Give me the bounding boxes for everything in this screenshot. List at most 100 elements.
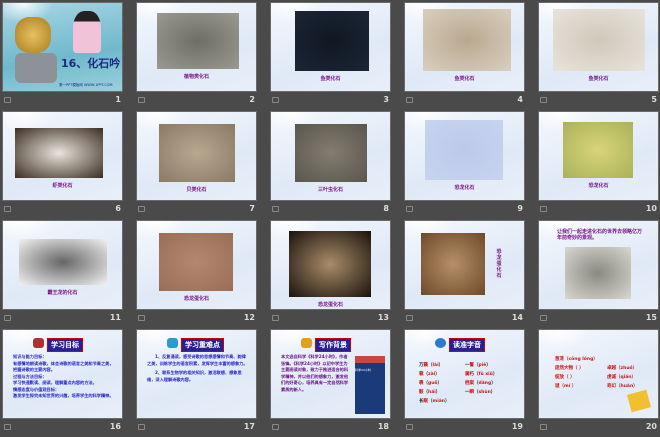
animation-star-icon[interactable] xyxy=(272,97,279,103)
slide-preview[interactable]: 鱼类化石 xyxy=(404,2,525,92)
slide-footer: 13 xyxy=(270,313,391,325)
animation-star-icon[interactable] xyxy=(4,206,11,212)
slide-thumbnail-6[interactable]: 虾类化石 6 xyxy=(2,111,123,219)
body-line: 2、联系生物学的相关知识，激活联想、想象思维，深入理解诗歌内容。 xyxy=(147,370,242,382)
slide-preview[interactable]: 恐龙化石 xyxy=(404,111,525,201)
slide-thumbnail-1[interactable]: 16、化石吟 第一PPT模板网 WWW.1PPT.COM 1 xyxy=(2,2,123,110)
slide-thumbnail-5[interactable]: 鱼类化石 5 xyxy=(538,2,659,110)
slide-footer: 7 xyxy=(136,204,257,216)
pinyin-item: 万籁（lài） xyxy=(419,363,444,368)
slide-footer: 16 xyxy=(2,422,123,434)
animation-star-icon[interactable] xyxy=(406,315,413,321)
slide-number: 18 xyxy=(377,422,389,431)
fossil-photo xyxy=(423,9,511,71)
slide-thumbnail-8[interactable]: 三叶虫化石 8 xyxy=(270,111,391,219)
slide-preview[interactable]: 葱茏（cōng lóng） 庞然大物（ ） 卓越（zhuó） 绽放（ ） 虔诚（qián… xyxy=(538,329,659,419)
slide-footer: 8 xyxy=(270,204,391,216)
slide-thumbnail-10[interactable]: 恐龙化石 10 xyxy=(538,111,659,219)
slide-thumbnail-2[interactable]: 植物类化石 2 xyxy=(136,2,257,110)
slide-thumbnail-18[interactable]: 写作背景 本文选自科学《科学24小时》，作者张锋。《科学24小时》以初中学生为主要… xyxy=(270,329,391,437)
slide-number: 17 xyxy=(243,422,255,431)
slide-caption: 贝类化石 xyxy=(186,187,207,193)
slide-thumbnail-20[interactable]: 葱茏（cōng lóng） 庞然大物（ ） 卓越（zhuó） 绽放（ ） 虔诚（qián… xyxy=(538,329,659,437)
animation-star-icon[interactable] xyxy=(138,315,145,321)
slide-footer: 11 xyxy=(2,313,123,325)
fossil-photo xyxy=(159,124,235,182)
slide-thumbnail-14[interactable]: 恐龙蛋化石 14 xyxy=(404,220,525,328)
slide-preview[interactable]: 贝类化石 xyxy=(136,111,257,201)
slide-thumbnail-15[interactable]: 让我们一起走进化石的世界去领略亿万年前奇妙的景观。 15 xyxy=(538,220,659,328)
animation-star-icon[interactable] xyxy=(4,97,11,103)
animation-star-icon[interactable] xyxy=(272,424,279,430)
slide-preview[interactable]: 恐龙蛋化石 xyxy=(270,220,391,310)
heading-icon xyxy=(435,338,446,348)
slide-thumbnail-16[interactable]: 学习目标 知识与能力目标： 有感情地朗读诗歌，体会诗歌的语言之美和节奏之美，把握诗歌… xyxy=(2,329,123,437)
slide-preview[interactable]: 恐龙蛋化石 xyxy=(404,220,525,310)
animation-star-icon[interactable] xyxy=(406,206,413,212)
slide-preview[interactable]: 学习目标 知识与能力目标： 有感情地朗读诗歌，体会诗歌的语言之美和节奏之美，把握诗歌… xyxy=(2,329,123,419)
slide-preview[interactable]: 写作背景 本文选自科学《科学24小时》，作者张锋。《科学24小时》以初中学生为主要… xyxy=(270,329,391,419)
pinyin-item: 卓越（zhuó） xyxy=(607,366,638,371)
slide-preview[interactable]: 恐龙化石 xyxy=(538,111,659,201)
animation-star-icon[interactable] xyxy=(138,97,145,103)
slide-thumbnail-12[interactable]: 恐龙蛋化石 12 xyxy=(136,220,257,328)
slide-number: 14 xyxy=(511,313,523,322)
slide-thumbnail-3[interactable]: 鱼类化石 3 xyxy=(270,2,391,110)
slide-footer: 19 xyxy=(404,422,525,434)
animation-star-icon[interactable] xyxy=(540,424,547,430)
slide-preview[interactable]: 鱼类化石 xyxy=(270,2,391,92)
slide-caption: 恐龙蛋化石 xyxy=(317,302,343,308)
slide-body: 本文选自科学《科学24小时》，作者张锋。《科学24小时》以初中学生为主要阅读对象… xyxy=(281,354,349,392)
fossil-photo xyxy=(159,233,233,291)
animation-star-icon[interactable] xyxy=(4,315,11,321)
slide-footer: 4 xyxy=(404,95,525,107)
slide-preview[interactable]: 16、化石吟 第一PPT模板网 WWW.1PPT.COM xyxy=(2,2,123,92)
slide-thumbnail-9[interactable]: 恐龙化石 9 xyxy=(404,111,525,219)
animation-star-icon[interactable] xyxy=(406,424,413,430)
slide-number: 20 xyxy=(645,422,657,431)
animation-star-icon[interactable] xyxy=(406,97,413,103)
animation-star-icon[interactable] xyxy=(138,206,145,212)
pinyin-item: 腐朽（fǔ xiǔ） xyxy=(465,372,498,377)
pinyin-item: 裹（guǒ） xyxy=(419,381,443,386)
slide-number: 12 xyxy=(243,313,255,322)
slide-footer: 6 xyxy=(2,204,123,216)
slide-preview[interactable]: 让我们一起走进化石的世界去领略亿万年前奇妙的景观。 xyxy=(538,220,659,310)
slide-thumbnail-17[interactable]: 学习重难点 1、反复诵读，感受诗歌的思想感情和节奏、韵律之美，训练学生的语言积累，… xyxy=(136,329,257,437)
slide-caption: 鱼类化石 xyxy=(588,76,609,82)
animation-star-icon[interactable] xyxy=(138,424,145,430)
slide-body: 知识与能力目标： 有感情地朗读诗歌，体会诗歌的语言之美和节奏之美，把握诗歌的主要内… xyxy=(13,354,114,400)
pinyin-item: 档案（dàng） xyxy=(465,381,496,386)
slide-number: 15 xyxy=(645,313,657,322)
body-line: 1、反复诵读，感受诗歌的思想感情和节奏、韵律之美，训练学生的语言积累，发挥学生丰… xyxy=(147,354,248,366)
slide-preview[interactable]: 三叶虫化石 xyxy=(270,111,391,201)
slide-caption: 虾类化石 xyxy=(52,183,73,189)
slide-thumbnail-4[interactable]: 鱼类化石 4 xyxy=(404,2,525,110)
slide-footer: 20 xyxy=(538,422,659,434)
animation-star-icon[interactable] xyxy=(540,206,547,212)
slide-footer: 1 xyxy=(2,95,123,107)
slide-number: 13 xyxy=(377,313,389,322)
slide-thumbnail-11[interactable]: 霸王龙的化石 11 xyxy=(2,220,123,328)
slide-preview[interactable]: 学习重难点 1、反复诵读，感受诗歌的思想感情和节奏、韵律之美，训练学生的语言积累，… xyxy=(136,329,257,419)
slide-preview[interactable]: 读准字音 万籁（lài） 载（zài） 裹（guǒ） 骸（hái） 长眠（mián） 一瞥（… xyxy=(404,329,525,419)
slide-thumbnail-7[interactable]: 贝类化石 7 xyxy=(136,111,257,219)
slide-preview[interactable]: 植物类化石 xyxy=(136,2,257,92)
animation-star-icon[interactable] xyxy=(540,315,547,321)
slide-caption: 恐龙化石 xyxy=(588,183,609,189)
pinyin-item: 一瞬（shùn） xyxy=(465,390,496,395)
slide-preview[interactable]: 霸王龙的化石 xyxy=(2,220,123,310)
slide-thumbnail-19[interactable]: 读准字音 万籁（lài） 载（zài） 裹（guǒ） 骸（hái） 长眠（mián） 一瞥（… xyxy=(404,329,525,437)
animation-star-icon[interactable] xyxy=(540,97,547,103)
slide-preview[interactable]: 虾类化石 xyxy=(2,111,123,201)
slide-preview[interactable]: 鱼类化石 xyxy=(538,2,659,92)
fossil-photo xyxy=(15,128,103,178)
slide-preview[interactable]: 恐龙蛋化石 xyxy=(136,220,257,310)
animation-star-icon[interactable] xyxy=(272,206,279,212)
slide-footer: 5 xyxy=(538,95,659,107)
animation-star-icon[interactable] xyxy=(4,424,11,430)
slide-thumbnail-13[interactable]: 恐龙蛋化石 13 xyxy=(270,220,391,328)
animation-star-icon[interactable] xyxy=(272,315,279,321)
slide-caption: 鱼类化石 xyxy=(454,76,475,82)
slide-footer: 10 xyxy=(538,204,659,216)
